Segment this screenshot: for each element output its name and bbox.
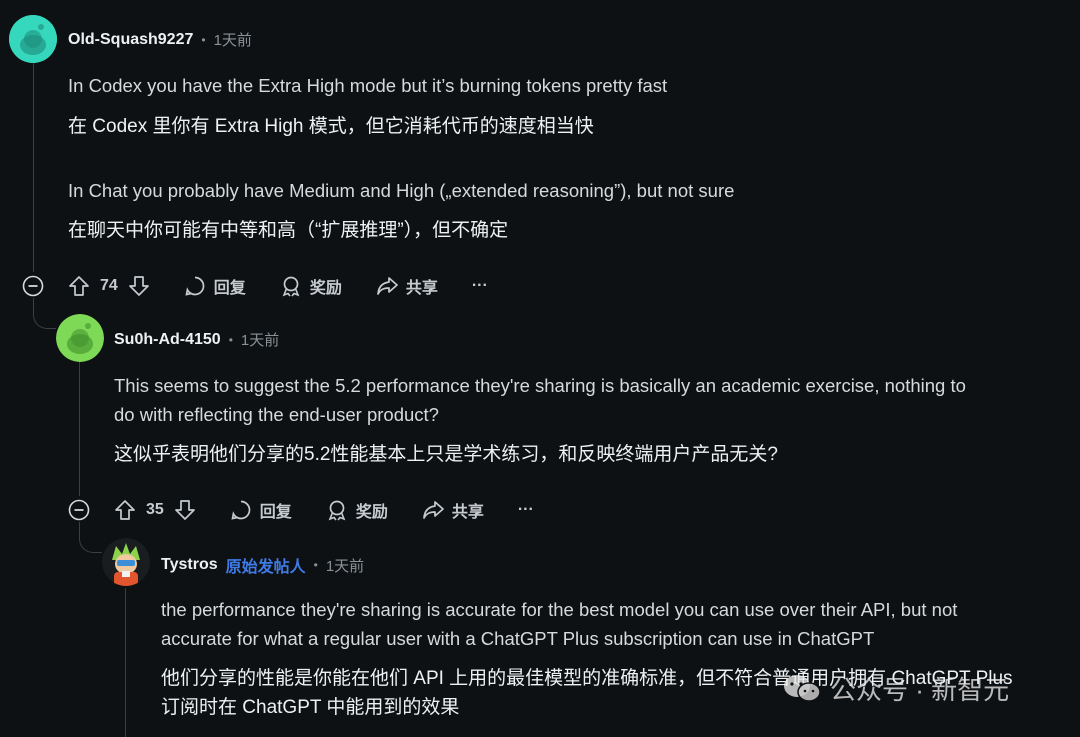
comment-text-en: In Codex you have the Extra High mode bu… — [68, 75, 668, 96]
avatar[interactable] — [102, 538, 150, 586]
vote-control: 35 — [114, 499, 196, 521]
comment-text-en: accurate for what a regular user with a … — [161, 628, 875, 649]
custom-avatar-icon — [102, 538, 150, 586]
comment-meta: Tystros 原始发帖人 • 1天前 — [161, 553, 364, 577]
share-label: 共享 — [405, 280, 438, 297]
thread-line — [79, 362, 80, 496]
timestamp: 1天前 — [213, 32, 252, 49]
reply-button[interactable]: 回复 — [184, 274, 246, 298]
award-label: 奖励 — [309, 280, 342, 297]
comment-text-zh: 这似乎表明他们分享的5.2性能基本上只是学术练习，和反映终端用户产品无关? — [114, 444, 778, 465]
collapse-icon[interactable] — [68, 499, 90, 521]
share-icon — [376, 277, 398, 295]
avatar[interactable] — [56, 314, 104, 362]
reply-icon — [231, 500, 251, 520]
snoo-avatar-icon — [9, 15, 57, 63]
username[interactable]: Tystros — [161, 556, 218, 574]
comment-text-en: In Chat you probably have Medium and Hig… — [68, 180, 735, 201]
comment-meta: Su0h-Ad-4150 • 1天前 — [114, 329, 279, 350]
username[interactable]: Old-Squash9227 — [68, 31, 193, 49]
comment-text-zh: 订阅时在 ChatGPT 中能用到的效果 — [161, 697, 460, 718]
comment-actions: 74 回复 奖励 共享 ··· — [68, 270, 522, 302]
username[interactable]: Su0h-Ad-4150 — [114, 331, 221, 349]
more-icon: ··· — [517, 501, 534, 518]
thread-connector — [79, 522, 102, 553]
vote-control: 74 — [68, 275, 150, 297]
comment-thread: Old-Squash9227 • 1天前 In Codex you have t… — [0, 0, 1080, 737]
thread-line — [125, 588, 126, 737]
award-icon — [328, 500, 346, 521]
more-icon: ··· — [471, 277, 488, 294]
separator: • — [228, 332, 233, 347]
share-button[interactable]: 共享 — [376, 274, 438, 298]
comment-text-en: do with reflecting the end-user product? — [114, 404, 439, 425]
share-button[interactable]: 共享 — [422, 498, 484, 522]
op-badge: 原始发帖人 — [225, 559, 306, 576]
share-label: 共享 — [451, 504, 484, 521]
watermark-text: 公众号 · 新智元 — [830, 675, 1010, 705]
downvote-icon[interactable] — [128, 275, 150, 297]
reply-icon — [185, 276, 205, 296]
avatar[interactable] — [9, 15, 57, 63]
comment-actions: 35 回复 奖励 共享 ··· — [114, 494, 568, 526]
timestamp: 1天前 — [325, 557, 365, 575]
reply-label: 回复 — [213, 280, 246, 297]
thread-line — [33, 60, 34, 272]
comment-meta: Old-Squash9227 • 1天前 — [68, 29, 252, 50]
separator: • — [313, 558, 318, 572]
award-button[interactable]: 奖励 — [326, 498, 388, 522]
wechat-icon — [784, 674, 821, 702]
comment-text-zh: 在 Codex 里你有 Extra High 模式，但它消耗代币的速度相当快 — [68, 116, 594, 137]
separator: • — [201, 32, 206, 47]
share-icon — [422, 501, 444, 519]
award-button[interactable]: 奖励 — [280, 274, 342, 298]
vote-count: 74 — [100, 277, 118, 294]
award-label: 奖励 — [355, 504, 388, 521]
thread-connector — [33, 298, 56, 329]
comment-text-en: the performance they're sharing is accur… — [161, 599, 958, 620]
award-icon — [282, 276, 300, 297]
comment-text-en: This seems to suggest the 5.2 performanc… — [114, 375, 966, 396]
watermark: 公众号 · 新智元 — [782, 670, 1009, 707]
collapse-icon[interactable] — [22, 275, 44, 297]
more-options-button[interactable]: ··· — [472, 277, 488, 295]
reply-label: 回复 — [259, 504, 292, 521]
vote-count: 35 — [146, 501, 164, 518]
upvote-icon[interactable] — [68, 275, 90, 297]
more-options-button[interactable]: ··· — [518, 501, 534, 519]
comment-text-zh: 在聊天中你可能有中等和高（“扩展推理”），但不确定 — [68, 220, 509, 241]
downvote-icon[interactable] — [174, 499, 196, 521]
timestamp: 1天前 — [240, 332, 280, 349]
reply-button[interactable]: 回复 — [230, 498, 292, 522]
upvote-icon[interactable] — [114, 499, 136, 521]
snoo-avatar-icon — [56, 314, 104, 362]
